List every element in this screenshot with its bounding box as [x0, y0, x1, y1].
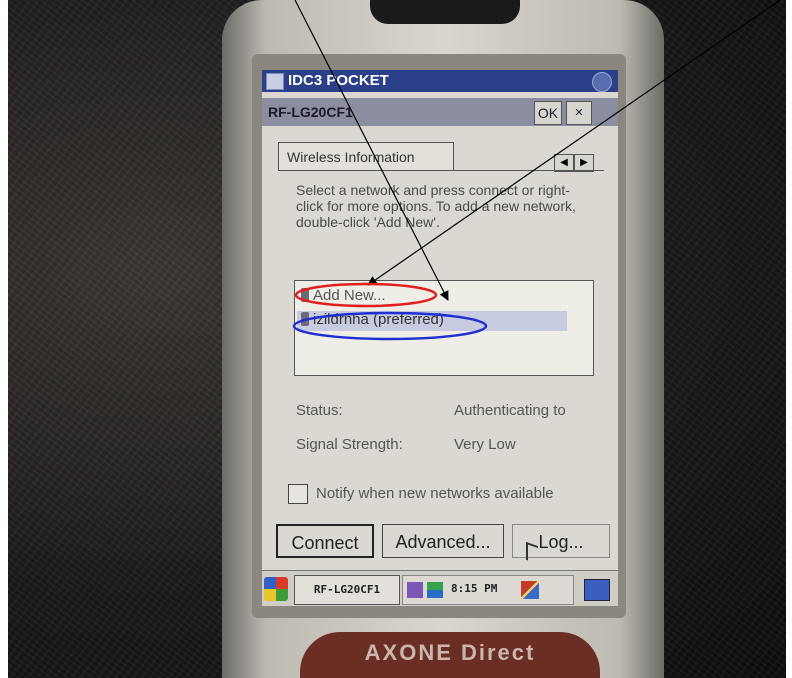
annotation-overlay — [292, 0, 781, 341]
add-new-highlight-ellipse — [294, 282, 438, 308]
arrow-to-add-new — [367, 0, 781, 286]
preferred-highlight-ellipse — [292, 311, 488, 341]
arrow-to-preferred — [294, 0, 449, 301]
